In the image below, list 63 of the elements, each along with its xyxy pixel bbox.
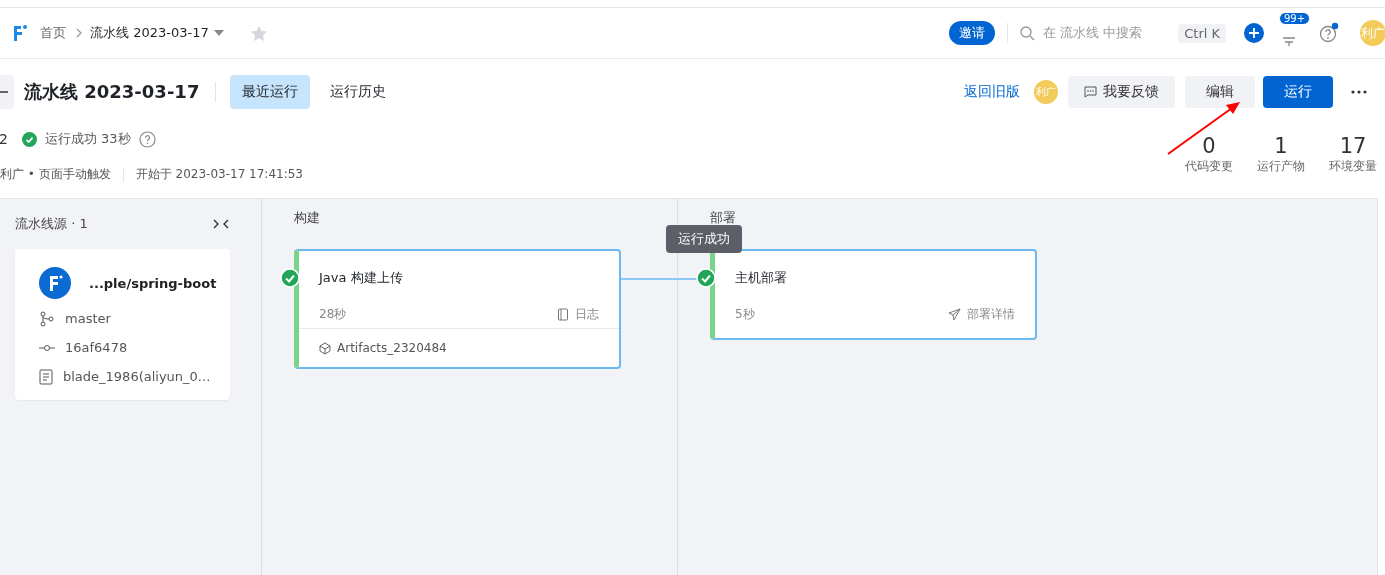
success-icon — [21, 131, 37, 147]
invite-button[interactable]: 邀请 — [949, 21, 996, 45]
edit-button[interactable]: 编辑 — [1185, 76, 1255, 108]
repo-name: ...ple/spring-boot — [89, 275, 217, 291]
job-card[interactable]: Java 构建上传 28秒 日志 Artifacts_2320484 — [294, 249, 621, 369]
branch-name: master — [65, 311, 111, 326]
document-icon — [39, 368, 53, 385]
feedback-button[interactable]: 我要反馈 — [1068, 76, 1175, 108]
stage-title: 构建 — [294, 209, 320, 227]
notification-badge: 99+ — [1279, 12, 1311, 25]
commit-hash: 16af6478 — [65, 340, 128, 355]
star-icon[interactable] — [249, 24, 268, 42]
book-icon — [557, 307, 569, 321]
help-icon[interactable] — [138, 130, 156, 148]
search-icon — [1020, 25, 1036, 41]
stage-title: 部署 — [710, 209, 736, 227]
logo-icon[interactable] — [12, 24, 28, 42]
stat-value: 0 — [1202, 134, 1216, 158]
chevron-icon — [76, 28, 82, 38]
more-icon[interactable] — [1351, 90, 1367, 94]
source-card[interactable]: ...ple/spring-boot master 16af6478 blade_1986(aliyun_0... — [15, 249, 230, 400]
run-number: 2 — [0, 131, 8, 147]
return-old-version-link[interactable]: 返回旧版 — [964, 83, 1020, 101]
dash-icon — [0, 91, 8, 93]
breadcrumb-link[interactable]: 首页 — [40, 24, 66, 42]
collapse-icon[interactable] — [213, 219, 229, 229]
paper-plane-icon — [948, 307, 961, 321]
commit-icon — [39, 343, 55, 352]
commit-message: blade_1986(aliyun_0... — [63, 369, 211, 384]
caret-icon[interactable] — [213, 30, 224, 36]
stat-value: 17 — [1339, 134, 1367, 158]
repo-logo-icon — [39, 267, 71, 299]
job-name: 主机部署 — [734, 269, 788, 287]
tooltip: 运行成功 — [666, 225, 742, 253]
artifact-name[interactable]: Artifacts_2320484 — [337, 341, 447, 355]
tab[interactable]: 运行历史 — [318, 75, 399, 109]
stat-value: 1 — [1274, 134, 1288, 158]
stat-label: 运行产物 — [1257, 158, 1305, 175]
cube-icon — [319, 341, 331, 355]
job-duration: 5秒 — [735, 305, 755, 323]
success-icon — [696, 268, 716, 288]
stat-label: 代码变更 — [1185, 158, 1233, 175]
job-name: Java 构建上传 — [317, 269, 404, 287]
help-icon[interactable] — [1318, 22, 1340, 44]
trigger-info: 利广 • 页面手动触发 — [0, 166, 111, 183]
tab[interactable]: 最近运行 — [230, 75, 311, 109]
back-button[interactable] — [0, 75, 14, 109]
job-action-link[interactable]: 日志 — [575, 305, 599, 323]
start-time: 开始于 2023-03-17 17:41:53 — [135, 166, 303, 183]
job-card[interactable]: 主机部署 5秒 部署详情 — [710, 249, 1037, 340]
run-button[interactable]: 运行 — [1263, 76, 1333, 108]
breadcrumb-item[interactable]: 流水线 2023-03-17 — [90, 24, 209, 42]
column-title: 流水线源 · 1 — [15, 215, 88, 233]
pipeline-title: 流水线 2023-03-17 — [24, 80, 200, 104]
run-status: 运行成功 33秒 — [44, 130, 131, 148]
chat-icon — [1084, 86, 1097, 98]
stat-label: 环境变量 — [1329, 158, 1377, 175]
branch-icon — [39, 310, 55, 327]
shortcut-key: Ctrl K — [1178, 23, 1226, 43]
job-duration: 28秒 — [319, 305, 347, 323]
job-action-link[interactable]: 部署详情 — [967, 305, 1015, 323]
success-icon — [280, 268, 300, 288]
plus-icon[interactable] — [1244, 23, 1264, 43]
